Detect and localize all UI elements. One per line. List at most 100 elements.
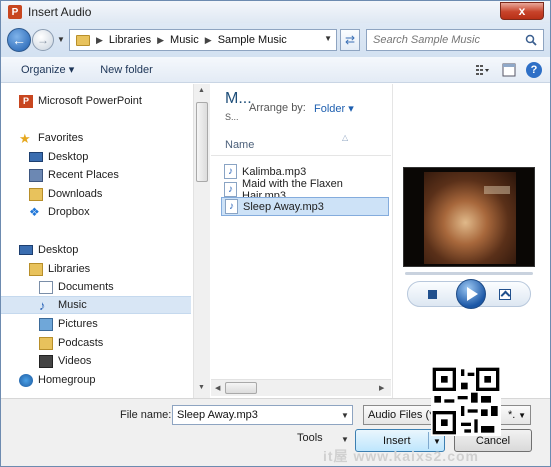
scroll-down-icon[interactable]: ▼ [198,384,205,391]
organize-button[interactable]: Organize ▾ [15,63,80,76]
address-bar[interactable]: ▶ Libraries ▶ Music ▶ Sample Music ▼ [69,29,337,51]
nav-item-videos[interactable]: Videos [39,352,193,370]
desktop-icon [29,152,43,162]
horizontal-scrollbar-thumb[interactable] [225,382,257,394]
nav-item-favorites[interactable]: ★ Favorites [19,129,193,147]
recent-places-icon [29,168,43,182]
audio-file-icon: ♪ [224,182,237,197]
nav-item-downloads[interactable]: Downloads [29,185,193,203]
tools-dropdown-icon[interactable]: ▼ [341,435,349,444]
organize-label: Organize [21,64,66,76]
forward-button[interactable]: → [32,29,54,51]
back-button[interactable]: ← [7,28,31,52]
nav-item-podcasts[interactable]: Podcasts [39,334,193,352]
nav-item-label: Microsoft PowerPoint [38,95,142,107]
watermark-text: it屋 www.kaixs2.com [323,448,479,464]
nav-item-libraries[interactable]: Libraries [29,260,193,278]
library-title: M... [225,90,252,107]
album-art-image [424,172,516,264]
file-type-dropdown-icon[interactable]: ▼ [518,411,526,420]
breadcrumb-separator-icon[interactable]: ▶ [205,35,212,46]
breadcrumb-separator-icon[interactable]: ▶ [157,35,164,46]
recent-pages-dropdown[interactable]: ▼ [57,35,65,44]
search-box[interactable] [366,29,544,51]
downloads-icon [29,187,43,201]
star-icon: ★ [19,130,31,146]
nav-item-dropbox[interactable]: ❖ Dropbox [29,203,193,221]
toolbar-right-group: ? [474,61,542,79]
podcasts-icon [39,336,53,350]
folder-icon [76,34,90,46]
arrange-by-label: Arrange by: [249,102,306,114]
libraries-icon [29,262,43,276]
videos-icon [39,354,53,368]
media-controls [407,279,531,309]
powerpoint-icon: P [19,94,33,108]
file-list-horizontal-scrollbar[interactable]: ◀ ▶ [211,379,391,396]
nav-item-pictures[interactable]: Pictures [39,315,193,333]
stop-button[interactable] [428,290,437,299]
nav-item-label: Videos [58,355,92,367]
change-view-icon[interactable] [474,61,492,79]
name-column-header[interactable]: Name [225,139,254,151]
close-button[interactable]: x [500,2,544,20]
nav-item-label: Desktop [38,244,79,256]
file-name-input[interactable] [172,405,353,425]
homegroup-icon [19,373,33,387]
desktop-icon [19,245,33,255]
file-list-pane: M... S... Arrange by: Folder ▾ Name △ ♪ … [211,84,391,398]
scroll-right-icon[interactable]: ▶ [379,384,384,392]
nav-item-desktop[interactable]: Desktop [29,148,193,166]
scrollbar-thumb[interactable] [196,102,208,182]
open-player-button[interactable] [499,289,511,300]
help-icon[interactable]: ? [526,62,542,78]
nav-item-label: Downloads [48,188,103,200]
arrange-by-value: Folder [314,103,346,115]
album-art-caption-mark [484,186,510,194]
nav-item-label: Desktop [48,151,89,163]
seek-bar[interactable] [405,272,533,275]
file-type-value: Audio Files (*.* [368,409,441,421]
file-type-value-tail: *. [508,409,516,421]
nav-item-music[interactable]: ♪ Music [1,296,191,314]
library-subtitle: S... [225,112,239,122]
search-icon[interactable] [525,34,537,46]
preview-video [403,167,535,267]
navigation-scrollbar[interactable]: ▲ ▼ [193,84,210,398]
address-dropdown-icon[interactable]: ▼ [324,34,332,43]
nav-item-label: Music [58,299,87,311]
column-header[interactable]: Name △ [211,133,391,156]
search-input[interactable] [373,34,518,46]
nav-item-powerpoint[interactable]: P Microsoft PowerPoint [19,92,193,110]
powerpoint-app-icon: P [8,5,22,19]
breadcrumb-music[interactable]: Music [170,34,199,46]
refresh-button[interactable]: ⇄ [340,29,360,51]
tools-button[interactable]: Tools [297,432,323,444]
nav-item-label: Libraries [48,263,91,275]
address-row: ← → ▼ ▶ Libraries ▶ Music ▶ Sample Music… [1,23,550,57]
new-folder-button[interactable]: New folder [94,64,159,76]
file-item-sleep-away[interactable]: ♪ Sleep Away.mp3 [221,197,389,216]
breadcrumb-separator-icon[interactable]: ▶ [96,35,103,46]
preview-pane-icon[interactable] [500,61,518,79]
file-name-dropdown-icon[interactable]: ▼ [341,411,349,420]
scroll-left-icon[interactable]: ◀ [215,384,220,392]
nav-item-recent-places[interactable]: Recent Places [29,166,193,184]
qr-code-icon [431,366,501,436]
scroll-up-icon[interactable]: ▲ [198,87,205,94]
breadcrumb-sample-music[interactable]: Sample Music [218,34,287,46]
nav-item-documents[interactable]: Documents [39,278,193,296]
music-icon: ♪ [39,297,46,313]
preview-pane [392,84,550,398]
insert-audio-dialog: P Insert Audio x ← → ▼ ▶ Libraries ▶ Mus… [0,0,551,467]
nav-item-label: Documents [58,281,114,293]
audio-file-icon: ♪ [224,164,237,179]
play-button[interactable] [456,279,486,309]
file-name: Kalimba.mp3 [242,165,307,178]
title-bar: P Insert Audio x [1,1,550,23]
breadcrumb-libraries[interactable]: Libraries [109,34,151,46]
nav-item-desktop-root[interactable]: Desktop [19,241,193,259]
nav-item-homegroup[interactable]: Homegroup [19,371,193,389]
file-name-label: File name: [120,409,172,421]
arrange-by-dropdown[interactable]: Folder ▾ [314,102,354,115]
